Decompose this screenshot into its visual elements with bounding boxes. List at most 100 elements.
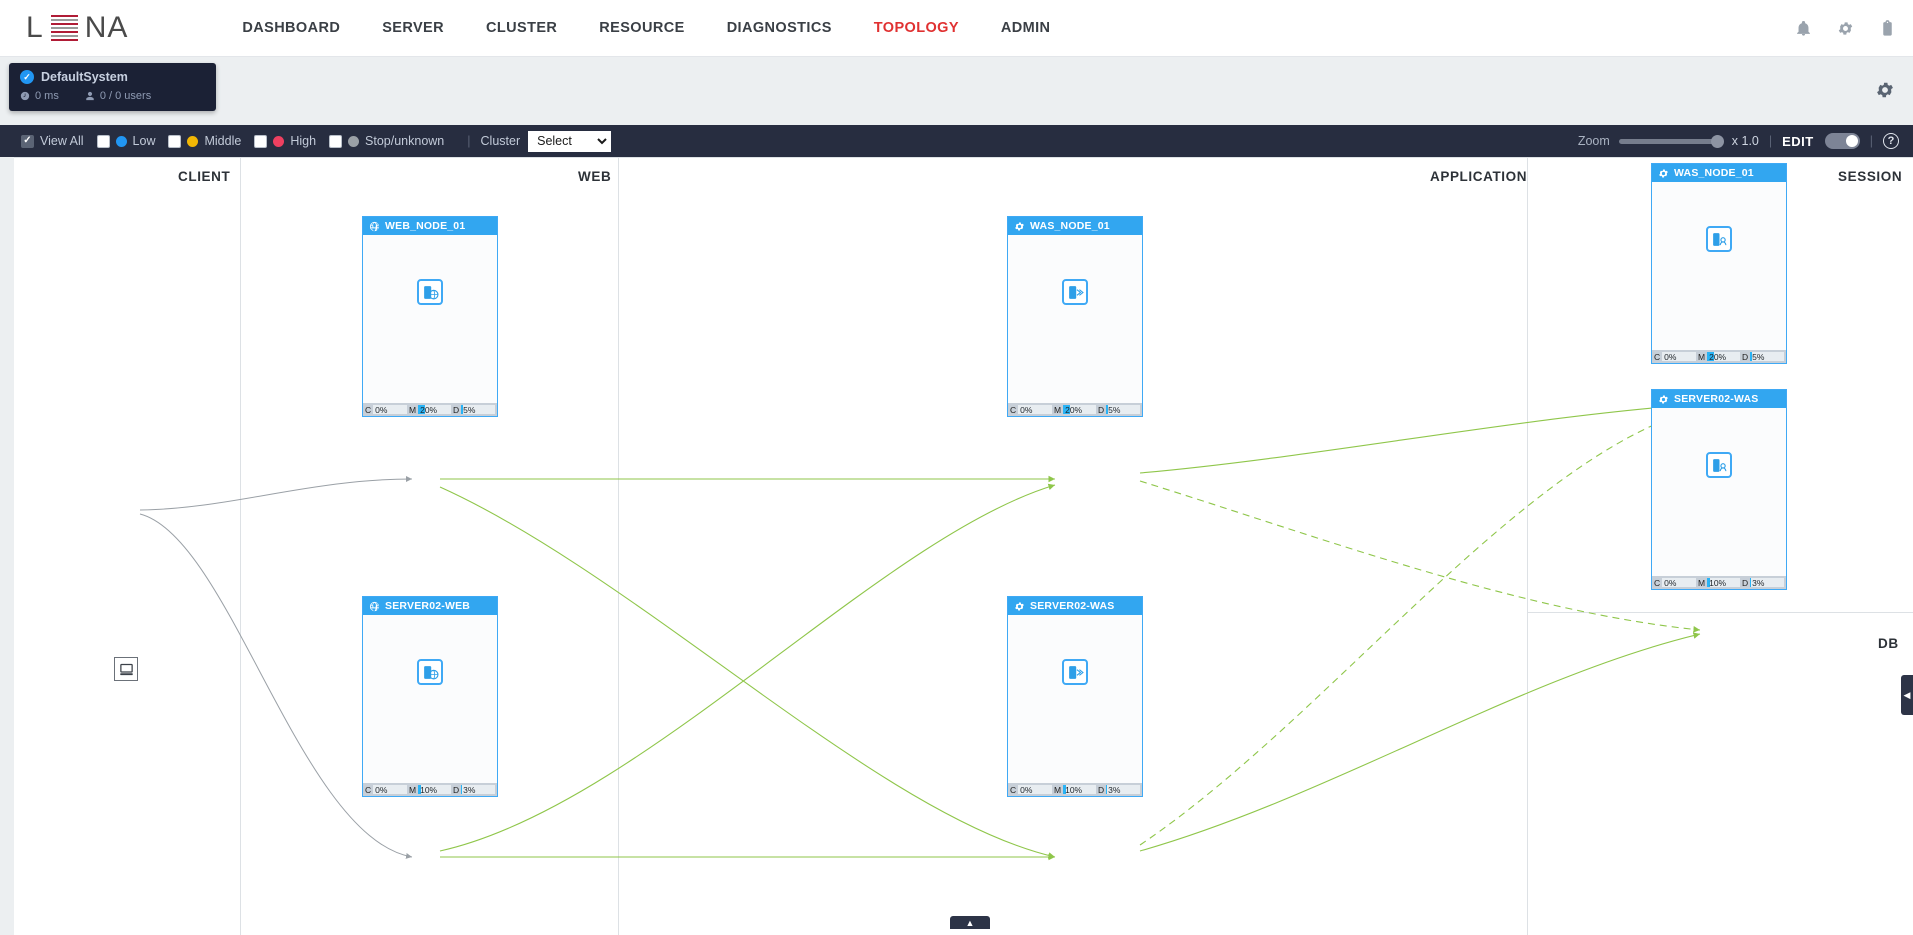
node-card-header: WAS_NODE_01 [1652, 164, 1786, 182]
nav-right-icons [1793, 0, 1897, 57]
metric-key: C [1654, 351, 1661, 362]
metric-key: M [409, 404, 417, 415]
filter-view-all[interactable]: View All [21, 134, 84, 148]
node-card-title: SERVER02-WAS [1674, 393, 1759, 405]
metric-disk: D 3% [1098, 785, 1140, 795]
node-card-web-node-01[interactable]: WEB_NODE_01 C 0% M 20% D 5% [362, 216, 498, 417]
node-card-metrics: C 0% M 20% D 5% [363, 403, 497, 416]
metric-bar: 0% [1662, 351, 1696, 362]
stop-unknown-checkbox[interactable] [329, 134, 343, 148]
node-card-header: SERVER02-WEB [363, 597, 497, 615]
column-top-rule [14, 157, 1913, 158]
metric-cpu: C 0% [1654, 352, 1696, 362]
zoom-label: Zoom [1577, 134, 1610, 148]
stop-unknown-color-dot-icon [348, 135, 360, 147]
node-card-session-was-node-01[interactable]: WAS_NODE_01 C 0% M 20% D 5% [1651, 163, 1787, 364]
nav-item-server[interactable]: SERVER [361, 20, 465, 36]
filter-low[interactable]: Low [96, 134, 155, 148]
node-card-metrics: C 0% M 20% D 5% [1652, 350, 1786, 363]
main-menu: DASHBOARD SERVER CLUSTER RESOURCE DIAGNO… [221, 20, 1071, 36]
metric-key: M [1698, 351, 1706, 362]
metric-bar: 0% [1018, 785, 1052, 795]
low-color-dot-icon [115, 135, 127, 147]
filter-stop-unknown[interactable]: Stop/unknown [329, 134, 444, 148]
topology-canvas[interactable]: CLIENT WEB APPLICATION SESSION DB WEB_NO… [0, 157, 1913, 935]
view-all-label: View All [40, 134, 84, 148]
metric-value: 0% [375, 784, 388, 795]
zoom-slider-handle[interactable] [1710, 134, 1724, 148]
metric-bar: 0% [373, 404, 407, 415]
middle-checkbox[interactable] [168, 134, 182, 148]
node-card-header: WEB_NODE_01 [363, 217, 497, 235]
nav-item-cluster[interactable]: CLUSTER [465, 20, 578, 36]
filter-high[interactable]: High [254, 134, 316, 148]
canvas-left-gutter [0, 157, 14, 935]
metric-memory: M 10% [409, 785, 451, 795]
metric-key: M [409, 784, 417, 795]
system-status-card[interactable]: ✓ DefaultSystem 0 ms 0 / 0 users [9, 63, 216, 111]
metric-key: C [1654, 577, 1661, 588]
metric-memory: M 20% [1698, 352, 1740, 362]
filter-middle[interactable]: Middle [168, 134, 241, 148]
bottom-panel-toggle-handle[interactable]: ▲ [950, 916, 990, 929]
metric-value: 3% [463, 784, 476, 795]
nav-item-topology[interactable]: TOPOLOGY [853, 20, 980, 36]
web-server-icon[interactable] [417, 279, 443, 305]
metric-value: 0% [1664, 351, 1677, 362]
metric-bar: 10% [1063, 785, 1096, 795]
high-checkbox[interactable] [254, 134, 268, 148]
globe-icon [369, 221, 380, 231]
metric-key: D [453, 784, 460, 795]
top-navigation-bar: L N A DASHBOARD SERVER CLUSTER RESOURCE … [0, 0, 1913, 57]
metric-key: C [1010, 784, 1017, 795]
low-checkbox[interactable] [96, 134, 110, 148]
metric-bar: 10% [418, 785, 451, 795]
question-circle-icon[interactable]: ? [1883, 133, 1899, 149]
node-card-server02-was[interactable]: SERVER02-WAS C 0% M 10% D 3% [1007, 596, 1143, 797]
session-server-icon[interactable] [1706, 452, 1732, 478]
node-card-body [363, 615, 497, 783]
middle-label: Middle [204, 134, 242, 148]
session-server-icon[interactable] [1706, 226, 1732, 252]
app-server-icon[interactable] [1062, 659, 1088, 685]
client-terminal-node[interactable] [114, 657, 138, 681]
nav-item-admin[interactable]: ADMIN [980, 20, 1072, 36]
nav-item-dashboard[interactable]: DASHBOARD [221, 20, 361, 36]
metric-bar: 5% [1106, 405, 1140, 415]
node-card-title: SERVER02-WAS [1030, 600, 1115, 612]
edit-toggle[interactable] [1824, 133, 1860, 149]
metric-disk: D 5% [1742, 352, 1784, 362]
app-server-icon[interactable] [1062, 279, 1088, 305]
settings-gear-icon[interactable] [1875, 80, 1895, 105]
nav-item-resource[interactable]: RESOURCE [578, 20, 705, 36]
metric-bar: 20% [1707, 352, 1740, 362]
nav-item-diagnostics[interactable]: DIAGNOSTICS [706, 20, 853, 36]
app-logo[interactable]: L N A [26, 8, 128, 48]
zoom-slider[interactable] [1618, 134, 1724, 148]
filter-toolbar: View All Low Middle High Stop/unknown | … [0, 125, 1913, 157]
bell-icon[interactable] [1793, 19, 1813, 39]
cluster-label: Cluster [480, 134, 521, 148]
node-card-title: SERVER02-WEB [385, 600, 471, 612]
web-server-icon[interactable] [417, 659, 443, 685]
metric-cpu: C 0% [365, 405, 407, 415]
check-circle-icon: ✓ [20, 70, 34, 84]
system-card-stats: 0 ms 0 / 0 users [20, 90, 205, 102]
metric-bar: 5% [461, 405, 495, 415]
node-card-server02-web[interactable]: SERVER02-WEB C 0% M 10% D 3% [362, 596, 498, 797]
logo-letter-a: A [107, 11, 129, 44]
gear-icon[interactable] [1835, 19, 1855, 39]
node-card-session-server02-was[interactable]: SERVER02-WAS C 0% M 10% D 3% [1651, 389, 1787, 590]
cluster-select[interactable]: Select [528, 130, 612, 152]
clipboard-icon[interactable] [1877, 19, 1897, 39]
high-label: High [290, 134, 317, 148]
view-all-checkbox[interactable] [21, 134, 34, 148]
right-panel-toggle-handle[interactable]: ◀ [1901, 675, 1913, 715]
metric-key: D [453, 404, 460, 415]
metric-key: D [1742, 351, 1749, 362]
metric-value: 0% [375, 404, 388, 415]
metric-key: C [365, 404, 372, 415]
node-card-was-node-01[interactable]: WAS_NODE_01 C 0% M 20% D 5% [1007, 216, 1143, 417]
node-card-metrics: C 0% M 10% D 3% [1652, 576, 1786, 589]
metric-key: M [1054, 404, 1062, 415]
